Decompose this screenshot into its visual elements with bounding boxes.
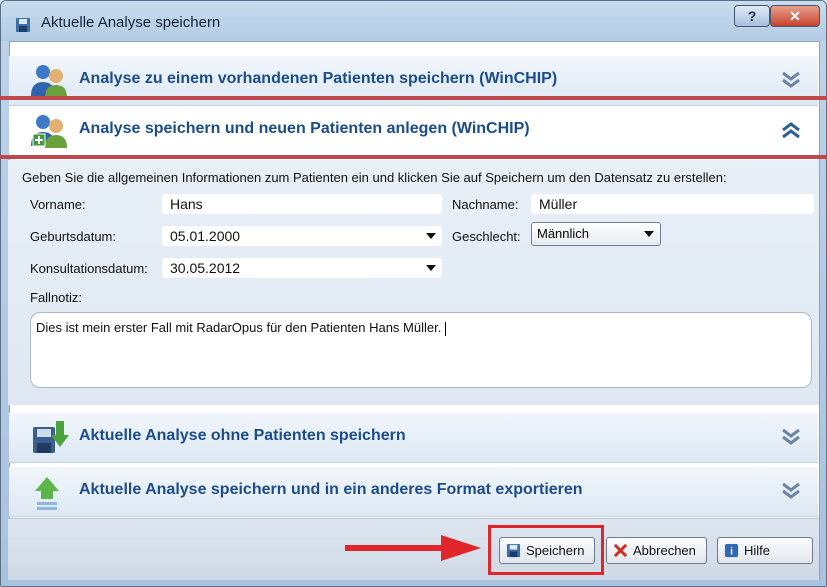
svg-text:i: i: [730, 547, 733, 558]
cancel-x-icon: [613, 543, 628, 558]
help-button[interactable]: i Hilfe: [717, 537, 813, 564]
nachname-label: Nachname:: [452, 197, 519, 212]
save-button[interactable]: Speichern: [499, 537, 595, 564]
fallnotiz-text: Dies ist mein erster Fall mit RadarOpus …: [36, 320, 442, 335]
geschlecht-select[interactable]: Männlich: [531, 222, 661, 246]
window-title: Aktuelle Analyse speichern: [41, 14, 221, 31]
nachname-input[interactable]: Müller: [531, 194, 814, 214]
geburtsdatum-datepicker[interactable]: 05.01.2000: [162, 226, 442, 246]
geschlecht-value: Männlich: [537, 226, 590, 241]
form-instructions: Geben Sie die allgemeinen Informationen …: [22, 170, 727, 185]
chevron-down-icon: [782, 428, 800, 445]
section-title-without-patient: Aktuelle Analyse ohne Patienten speicher…: [79, 427, 406, 444]
save-download-icon: [33, 421, 69, 453]
help-button-label: Hilfe: [744, 543, 771, 558]
dropdown-arrow-icon: [426, 265, 436, 271]
vorname-label: Vorname:: [30, 197, 86, 212]
annotation-line-top: [0, 96, 827, 100]
cancel-button[interactable]: Abbrechen: [606, 537, 707, 564]
section-title-new-patient: Analyse speichern und neuen Patienten an…: [79, 120, 530, 137]
title-bar: Aktuelle Analyse speichern ? ✕: [1, 1, 826, 41]
konsultationsdatum-datepicker[interactable]: 30.05.2012: [162, 258, 442, 278]
chevron-up-icon: [782, 122, 800, 139]
geburtsdatum-value: 05.01.2000: [170, 228, 241, 244]
konsultationsdatum-label: Konsultationsdatum:: [30, 261, 148, 276]
chevron-down-icon: [782, 71, 800, 88]
add-patient-icon: [31, 115, 67, 148]
dropdown-arrow-icon: [644, 231, 654, 237]
patients-icon: [31, 65, 67, 98]
section-without-patient[interactable]: Aktuelle Analyse ohne Patienten speicher…: [9, 413, 818, 463]
help-book-icon: i: [724, 543, 739, 558]
text-caret: [445, 321, 447, 336]
section-export[interactable]: Aktuelle Analyse speichern und in ein an…: [9, 467, 818, 517]
annotation-arrow-icon: [345, 535, 481, 561]
chevron-down-icon: [782, 482, 800, 499]
fallnotiz-label: Fallnotiz:: [30, 290, 83, 305]
save-disk-icon: [16, 18, 30, 32]
export-upload-icon: [35, 477, 59, 510]
fallnotiz-textarea[interactable]: Dies ist mein erster Fall mit RadarOpus …: [30, 312, 812, 388]
dropdown-arrow-icon: [426, 233, 436, 239]
konsultationsdatum-value: 30.05.2012: [170, 260, 241, 276]
save-disk-icon: [506, 543, 521, 558]
cancel-button-label: Abbrechen: [633, 543, 696, 558]
save-button-label: Speichern: [526, 543, 585, 558]
geschlecht-label: Geschlecht:: [452, 229, 521, 244]
window-help-button[interactable]: ?: [734, 5, 770, 27]
geburtsdatum-label: Geburtsdatum:: [30, 229, 116, 244]
vorname-input[interactable]: Hans: [162, 194, 442, 214]
section-title-existing-patient: Analyse zu einem vorhandenen Patienten s…: [79, 70, 558, 87]
annotation-line-bottom: [0, 155, 827, 159]
section-new-patient[interactable]: Analyse speichern und neuen Patienten an…: [9, 106, 818, 156]
section-title-export: Aktuelle Analyse speichern und in ein an…: [79, 481, 583, 498]
window-close-button[interactable]: ✕: [770, 5, 820, 27]
